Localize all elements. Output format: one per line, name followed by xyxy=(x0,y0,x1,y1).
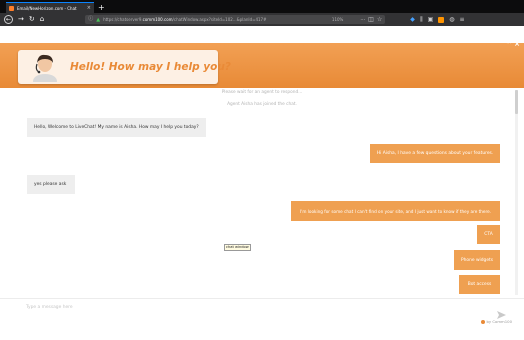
info-icon[interactable]: ⓘ xyxy=(88,17,93,22)
tooltip: chat window xyxy=(224,244,251,251)
chat-scrollbar[interactable] xyxy=(515,90,518,295)
zoom-level[interactable]: 110% xyxy=(332,17,343,22)
send-icon[interactable] xyxy=(497,304,506,319)
browser-nav-bar: ← → ↻ ⌂ ⓘ ▲ https://chatserver9.comm100.… xyxy=(0,13,524,26)
chat-greeting: Hello! How may I help you? xyxy=(70,61,231,73)
pocket-icon[interactable]: ◫ xyxy=(368,16,374,23)
reload-button[interactable]: ↻ xyxy=(29,16,35,23)
url-text: https://chatserver9.comm100.com/chatWind… xyxy=(103,17,267,22)
agent-avatar xyxy=(30,52,60,88)
agent-message: yes please ask xyxy=(27,175,75,194)
back-button[interactable]: ← xyxy=(4,15,13,24)
system-message: Agent Aisha has joined the chat. xyxy=(227,102,297,107)
chat-transcript: Please wait for an agent to respond... A… xyxy=(0,88,524,298)
page-actions-icon[interactable]: ··· xyxy=(360,17,365,23)
extension-orange-icon[interactable] xyxy=(438,16,445,23)
tab-title: Email/NewHorizon.com - Chat xyxy=(17,5,77,11)
comm100-logo-icon xyxy=(480,319,485,324)
favicon-icon xyxy=(9,5,14,11)
user-message: Bot access xyxy=(459,275,500,294)
tab-close-icon[interactable]: × xyxy=(87,5,91,11)
user-message: Phone widgets xyxy=(454,250,500,270)
scrollbar-thumb[interactable] xyxy=(515,90,518,114)
account-icon[interactable]: ◍ xyxy=(449,16,454,23)
message-input[interactable]: Type a message here xyxy=(26,305,73,310)
agent-message: Hello, Welcome to LiveChat! My name is A… xyxy=(27,118,206,137)
address-bar[interactable]: ⓘ ▲ https://chatserver9.comm100.com/chat… xyxy=(85,15,386,24)
extension-icon[interactable]: ◆ xyxy=(410,16,415,23)
menu-icon[interactable]: ≡ xyxy=(460,16,465,23)
chat-more-button[interactable]: ··· xyxy=(506,41,511,47)
toolbar-icons: ◆ ⫼ ▣ ◍ ≡ xyxy=(410,16,465,23)
branding-text: by Comm100 xyxy=(486,319,512,324)
new-tab-button[interactable]: + xyxy=(98,3,105,13)
home-icon[interactable]: ⌂ xyxy=(40,16,44,23)
browser-tab[interactable]: Email/NewHorizon.com - Chat × xyxy=(6,2,94,13)
sidebar-icon[interactable]: ▣ xyxy=(428,16,434,23)
library-icon[interactable]: ⫼ xyxy=(420,16,423,23)
browser-tab-bar: Email/NewHorizon.com - Chat × + xyxy=(0,0,524,13)
system-message: Please wait for an agent to respond... xyxy=(221,90,303,95)
forward-button[interactable]: → xyxy=(18,16,24,23)
user-message: I'm looking for some chat I can't find o… xyxy=(291,201,500,221)
chat-window-controls: ··· × xyxy=(506,40,520,48)
lock-icon[interactable]: ▲ xyxy=(96,17,100,23)
user-message: CTA xyxy=(477,225,500,244)
branding[interactable]: by Comm100 xyxy=(480,319,512,324)
user-message: Hi Aisha, I have a few questions about y… xyxy=(370,144,500,163)
chat-close-button[interactable]: × xyxy=(514,40,520,48)
chat-header-card: Hello! How may I help you? xyxy=(18,50,231,88)
message-composer: Type a message here by Comm100 xyxy=(0,298,524,340)
bookmark-star-icon[interactable]: ☆ xyxy=(377,16,382,23)
